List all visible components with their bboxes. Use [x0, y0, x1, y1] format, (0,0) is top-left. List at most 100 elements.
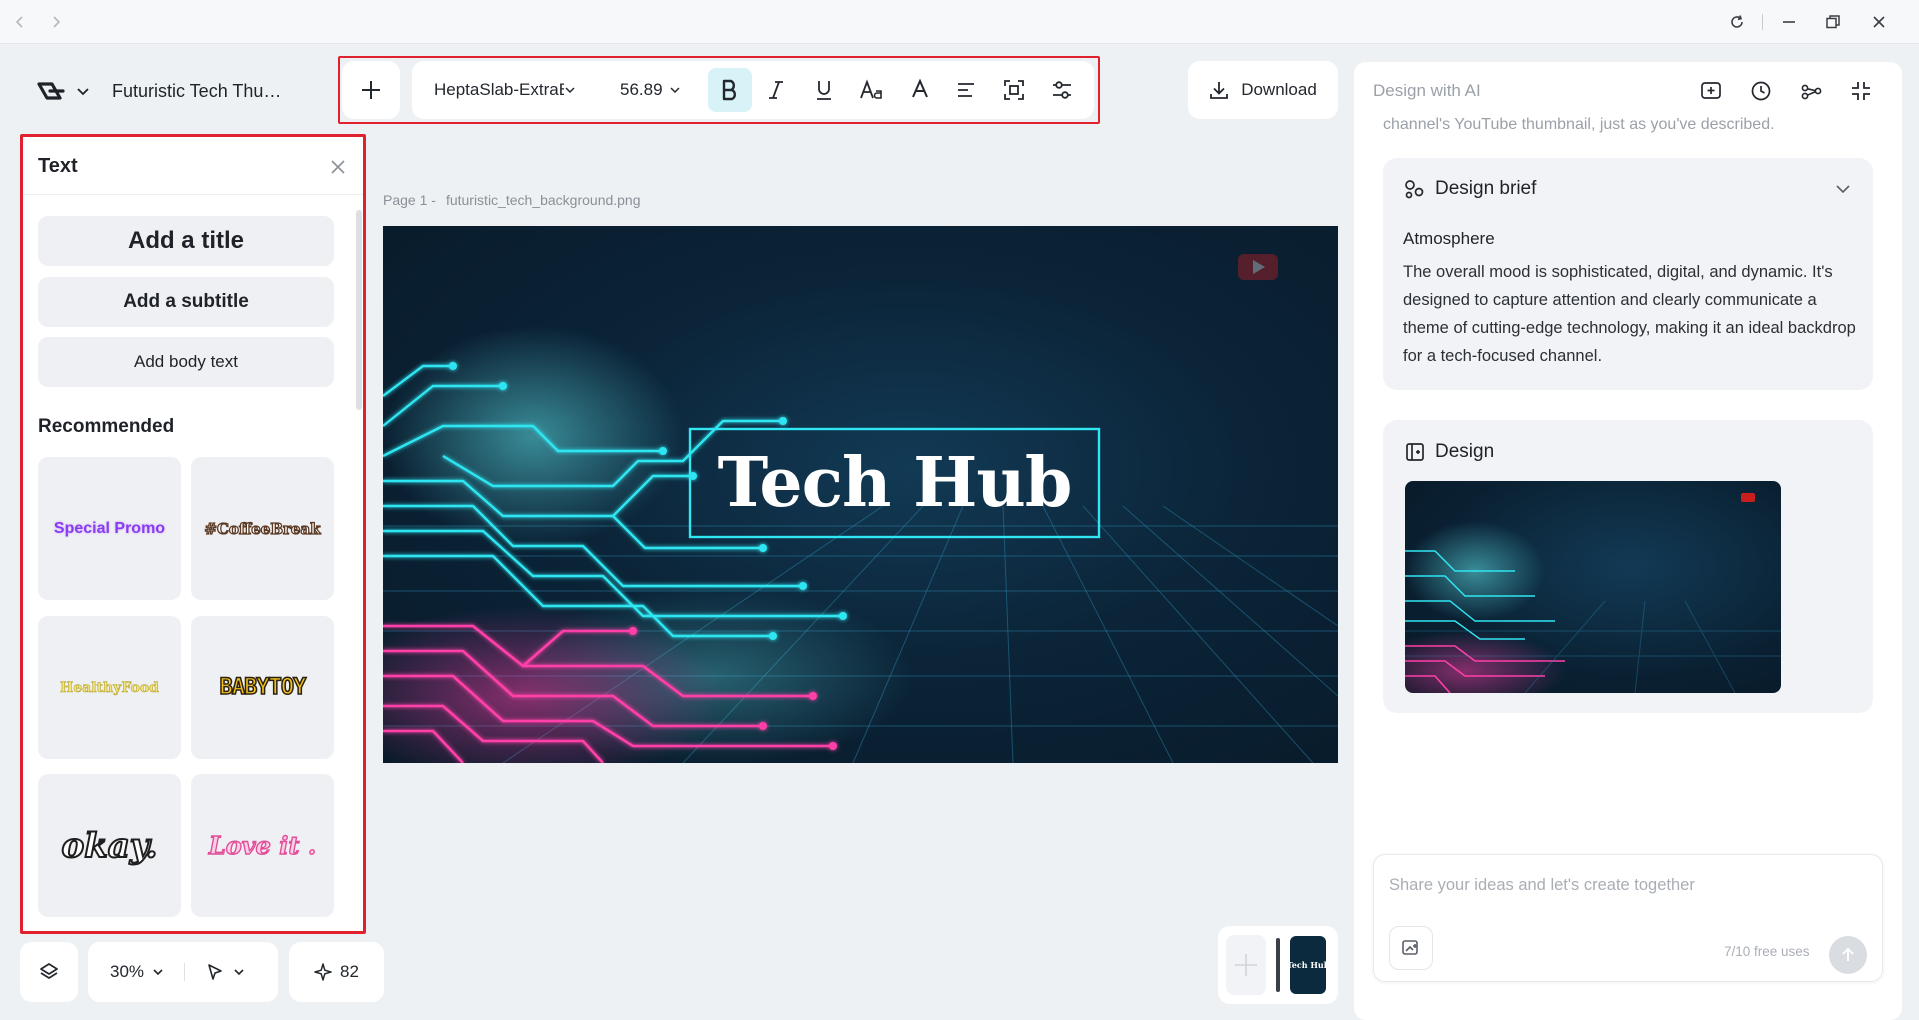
adjust-button[interactable] — [1042, 68, 1082, 112]
smoke-cyan — [383, 326, 683, 546]
italic-button[interactable] — [756, 68, 796, 112]
design-title: Design — [1435, 441, 1495, 462]
refresh-icon — [1731, 15, 1743, 28]
chat-input-placeholder[interactable]: Share your ideas and let's create togeth… — [1389, 876, 1695, 895]
zoom-controls: 30% — [88, 942, 278, 1002]
page-1-thumbnail-label: Tech Hub — [1290, 960, 1326, 970]
preset-coffee-break[interactable]: #CoffeeBreak — [191, 457, 334, 600]
design-preview-thumbnail[interactable] — [1405, 481, 1781, 693]
history-icon — [1751, 81, 1771, 101]
page-1-thumbnail[interactable]: Tech Hub — [1290, 936, 1326, 994]
chevron-down-icon[interactable] — [233, 966, 245, 978]
minimize-icon — [1783, 21, 1795, 23]
design-brief-header[interactable]: Design brief — [1403, 178, 1536, 200]
add-page-button[interactable] — [1226, 935, 1266, 995]
plus-icon — [362, 81, 380, 99]
youtube-logo-faint — [1238, 254, 1278, 280]
zoom-value[interactable]: 30% — [110, 962, 144, 982]
design-brief-toggle[interactable] — [1832, 178, 1854, 200]
back-button[interactable] — [8, 10, 32, 34]
bold-button[interactable] — [708, 68, 752, 112]
image-upload-icon — [1402, 940, 1418, 955]
preset-special-promo[interactable]: Special Promo — [38, 457, 181, 600]
app-logo-icon[interactable] — [36, 80, 66, 102]
font-family-value: HeptaSlab-ExtraB — [434, 80, 564, 99]
preset-label: Special Promo — [53, 519, 166, 537]
design-canvas[interactable]: Tech Hub — [383, 226, 1338, 763]
upload-image-button[interactable] — [1389, 926, 1433, 970]
preset-okay[interactable]: okay. — [38, 774, 181, 917]
credits-button[interactable]: 82 — [289, 942, 384, 1002]
preset-label: #CoffeeBreak — [204, 519, 321, 538]
share-button[interactable] — [1798, 78, 1824, 104]
text-case-icon — [860, 79, 882, 99]
arrow-up-icon — [1842, 947, 1854, 961]
position-button[interactable] — [994, 68, 1034, 112]
forward-button[interactable] — [44, 10, 68, 34]
font-size-value: 56.89 — [620, 80, 663, 99]
download-label: Download — [1241, 80, 1317, 99]
chat-input-box[interactable] — [1373, 854, 1883, 982]
page-thumbnails: Tech Hub — [1218, 926, 1338, 1004]
design-header: Design — [1405, 441, 1494, 463]
design-brief-title: Design brief — [1435, 178, 1537, 199]
headline-text[interactable]: Tech Hub — [718, 443, 1073, 523]
close-panel-button[interactable] — [326, 155, 350, 179]
thumbnail-artwork — [1405, 493, 1781, 693]
design-icon — [1406, 443, 1424, 461]
chevron-left-icon — [15, 16, 23, 28]
new-chat-button[interactable] — [1698, 78, 1724, 104]
text-case-button[interactable] — [852, 68, 894, 112]
panel-scrollbar[interactable] — [356, 210, 362, 410]
close-window-button[interactable] — [1866, 10, 1892, 34]
add-body-text-button[interactable]: Add body text — [38, 337, 334, 387]
font-family-select[interactable]: HeptaSlab-ExtraB — [434, 78, 584, 102]
align-left-icon — [958, 83, 974, 97]
send-button[interactable] — [1829, 936, 1867, 974]
layers-icon — [40, 963, 58, 979]
preset-label: Love it . — [208, 830, 317, 860]
headline-text-box[interactable]: Tech Hub — [690, 429, 1099, 537]
credits-count: 82 — [340, 962, 359, 981]
italic-icon — [769, 81, 783, 99]
page-number: Page 1 - — [383, 192, 436, 208]
plus-icon — [1235, 954, 1257, 976]
add-element-button[interactable] — [342, 61, 400, 119]
panel-divider — [23, 194, 363, 195]
preset-love-it[interactable]: Love it . — [191, 774, 334, 917]
underline-button[interactable] — [804, 68, 844, 112]
text-panel-title: Text — [38, 155, 78, 177]
pointer-icon[interactable] — [205, 962, 225, 982]
history-button[interactable] — [1748, 78, 1774, 104]
refresh-button[interactable] — [1724, 10, 1750, 34]
title-bar — [0, 0, 1919, 44]
add-title-button[interactable]: Add a title — [38, 216, 334, 266]
minimize-button[interactable] — [1776, 10, 1802, 34]
bold-icon — [722, 79, 736, 101]
restore-button[interactable] — [1820, 10, 1846, 34]
chevron-down-icon[interactable] — [152, 966, 164, 978]
position-icon — [1004, 80, 1024, 100]
collapse-panel-button[interactable] — [1848, 78, 1874, 104]
atmosphere-text: The overall mood is sophisticated, digit… — [1403, 263, 1856, 365]
zoom-divider — [184, 963, 186, 981]
page-file-name[interactable]: futuristic_tech_background.png — [446, 192, 641, 208]
preset-babytoy[interactable]: BABYTOY — [191, 616, 334, 759]
preset-healthy-food[interactable]: HealthyFood — [38, 616, 181, 759]
free-uses-count: 7/10 free uses — [1724, 944, 1810, 959]
text-color-icon — [912, 79, 928, 98]
align-button[interactable] — [946, 68, 986, 112]
chevron-down-icon[interactable] — [76, 84, 90, 98]
download-button[interactable]: Download — [1188, 61, 1338, 119]
collapse-icon — [1852, 82, 1870, 100]
preset-label: BABYTOY — [219, 674, 307, 701]
add-subtitle-button[interactable]: Add a subtitle — [38, 277, 334, 327]
layers-button[interactable] — [20, 942, 78, 1002]
chat-message-truncated: channel's YouTube thumbnail, just as you… — [1383, 116, 1775, 133]
font-size-select[interactable]: 56.89 — [620, 78, 690, 102]
chevron-down-icon — [1836, 185, 1850, 194]
document-title[interactable]: Futuristic Tech Thu… — [112, 81, 282, 102]
text-color-button[interactable] — [900, 68, 940, 112]
chevron-down-icon — [670, 87, 680, 94]
page-label: Page 1 - futuristic_tech_background.png — [383, 192, 641, 208]
